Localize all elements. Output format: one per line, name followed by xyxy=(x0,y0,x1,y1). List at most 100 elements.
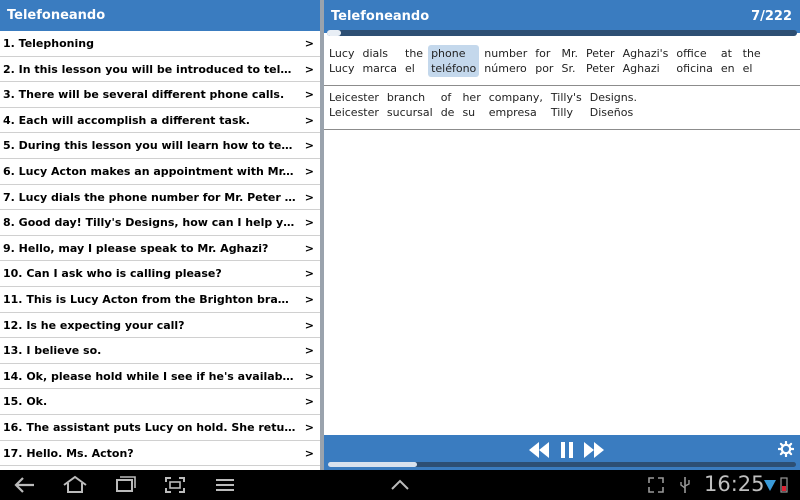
word-pair[interactable]: of de xyxy=(437,89,458,121)
recent-apps-button[interactable] xyxy=(114,475,136,499)
spanish-word: el xyxy=(405,62,415,75)
word-pair[interactable]: office oficina xyxy=(673,45,716,77)
chevron-right-icon: > xyxy=(304,369,314,383)
chevron-right-icon: > xyxy=(304,267,314,281)
clock: 16:25 xyxy=(704,472,765,496)
lesson-item-label: 10. Can I ask who is calling please? xyxy=(3,267,222,281)
chevron-right-icon: > xyxy=(304,139,314,153)
right-title: Telefoneando xyxy=(331,9,430,24)
fullscreen-indicator xyxy=(648,475,664,499)
word-pair[interactable]: Peter Peter xyxy=(582,45,618,77)
word-pair[interactable]: the el xyxy=(739,45,764,77)
spanish-word: Diseños xyxy=(589,106,634,119)
back-icon xyxy=(14,477,34,493)
spanish-word: teléfono xyxy=(431,62,477,75)
chevron-right-icon: > xyxy=(304,164,314,178)
battery-icon xyxy=(780,477,788,493)
lesson-list-item[interactable]: 6. Lucy Acton makes an appointment with … xyxy=(0,158,320,185)
english-word: the xyxy=(405,47,424,60)
lesson-progress-bar xyxy=(327,30,797,36)
rewind-button[interactable] xyxy=(528,441,550,459)
lesson-list-item[interactable]: 14. Ok, please hold while I see if he's … xyxy=(0,363,320,390)
chevron-right-icon: > xyxy=(304,446,314,460)
spanish-word: Leicester xyxy=(329,106,379,119)
word-pair[interactable]: Designs. Diseños xyxy=(586,89,640,121)
english-word: company, xyxy=(488,91,543,104)
chevron-right-icon: > xyxy=(304,420,314,434)
lesson-list-item[interactable]: 10. Can I ask who is calling please? > xyxy=(0,261,320,287)
pause-icon xyxy=(561,442,573,458)
playback-progress-fill xyxy=(328,462,417,467)
fullscreen-icon xyxy=(648,477,664,493)
spanish-word: Peter xyxy=(585,62,615,75)
chevron-right-icon: > xyxy=(304,88,314,102)
rewind-icon xyxy=(529,442,549,458)
spanish-word: por xyxy=(535,62,554,75)
menu-button[interactable] xyxy=(214,475,236,499)
lesson-list[interactable]: 1. Telephoning >2. In this lesson you wil… xyxy=(0,31,320,470)
word-pair[interactable]: Leicester Leicester xyxy=(326,89,382,121)
lesson-list-item[interactable]: 7. Lucy dials the phone number for Mr. P… xyxy=(0,184,320,211)
lesson-list-item[interactable]: 9. Hello, may I please speak to Mr. Agha… xyxy=(0,235,320,262)
wifi-indicator xyxy=(764,475,776,499)
up-chevron-icon xyxy=(391,479,409,490)
lesson-list-item[interactable]: 5. During this lesson you will learn how… xyxy=(0,133,320,159)
lesson-list-item[interactable]: 17. Hello. Ms. Acton? > xyxy=(0,440,320,467)
word-pair[interactable]: company, empresa xyxy=(485,89,546,121)
spanish-word: sucursal xyxy=(386,106,433,119)
lesson-item-label: 8. Good day! Tilly's Designs, how can I … xyxy=(3,216,296,230)
lesson-list-item[interactable]: 12. Is he expecting your call? > xyxy=(0,312,320,339)
word-pair[interactable]: Tilly's Tilly xyxy=(547,89,585,121)
spanish-word: oficina xyxy=(676,62,713,75)
lesson-list-item[interactable]: 1. Telephoning > xyxy=(0,31,320,57)
chevron-right-icon: > xyxy=(304,318,314,332)
word-pair[interactable]: dials marca xyxy=(359,45,400,77)
pause-button[interactable] xyxy=(559,441,575,459)
wifi-icon xyxy=(764,480,776,491)
lesson-list-item[interactable]: 13. I believe so. > xyxy=(0,338,320,364)
settings-button[interactable] xyxy=(777,440,795,458)
spanish-word: su xyxy=(462,106,476,119)
spanish-word: de xyxy=(440,106,455,119)
lesson-list-item[interactable]: 2. In this lesson you will be introduced… xyxy=(0,56,320,83)
word-pair[interactable]: Aghazi's Aghazi xyxy=(619,45,672,77)
spanish-word: en xyxy=(720,62,735,75)
home-button[interactable] xyxy=(62,475,88,499)
english-word: number xyxy=(484,47,528,60)
word-pair[interactable]: Mr. Sr. xyxy=(558,45,581,77)
lesson-list-item[interactable]: 16. The assistant puts Lucy on hold. She… xyxy=(0,414,320,441)
word-pair[interactable]: for por xyxy=(532,45,557,77)
lesson-item-label: 3. There will be several different phone… xyxy=(3,88,285,102)
lesson-list-item[interactable]: 3. There will be several different phone… xyxy=(0,82,320,108)
playback-progress-bar[interactable] xyxy=(328,462,796,467)
fast-forward-icon xyxy=(584,442,604,458)
word-pair[interactable]: phone teléfono xyxy=(428,45,480,77)
screenshot-button[interactable] xyxy=(164,475,186,499)
notification-expand-button[interactable] xyxy=(389,475,411,499)
chevron-right-icon: > xyxy=(304,344,314,358)
spanish-word: el xyxy=(742,62,753,75)
word-pair[interactable]: number número xyxy=(481,45,531,77)
usb-indicator xyxy=(678,475,692,499)
forward-button[interactable] xyxy=(583,441,605,459)
lesson-item-label: 12. Is he expecting your call? xyxy=(3,318,185,332)
word-pair[interactable]: her su xyxy=(459,89,484,121)
back-button[interactable] xyxy=(14,475,36,499)
chevron-right-icon: > xyxy=(304,37,314,50)
lesson-list-item[interactable]: 4. Each will accomplish a different task… xyxy=(0,107,320,134)
word-pair[interactable]: the el xyxy=(402,45,427,77)
word-pair[interactable]: Lucy Lucy xyxy=(326,45,358,77)
recent-apps-icon xyxy=(116,476,136,492)
english-word: office xyxy=(676,47,707,60)
lesson-item-label: 15. Ok. xyxy=(3,395,48,409)
lesson-list-item[interactable]: 11. This is Lucy Acton from the Brighton… xyxy=(0,286,320,313)
word-pair[interactable]: branch sucursal xyxy=(383,89,436,121)
lesson-list-item[interactable]: 15. Ok. > xyxy=(0,389,320,415)
word-pair[interactable]: at en xyxy=(717,45,738,77)
chevron-right-icon: > xyxy=(304,292,314,306)
sentence-line: Lucy Lucy dials marca the el phone teléfono numb… xyxy=(326,45,800,77)
english-word: for xyxy=(535,47,551,60)
english-word: dials xyxy=(362,47,389,60)
lesson-list-item[interactable]: 8. Good day! Tilly's Designs, how can I … xyxy=(0,210,320,236)
spanish-word: Aghazi xyxy=(622,62,660,75)
